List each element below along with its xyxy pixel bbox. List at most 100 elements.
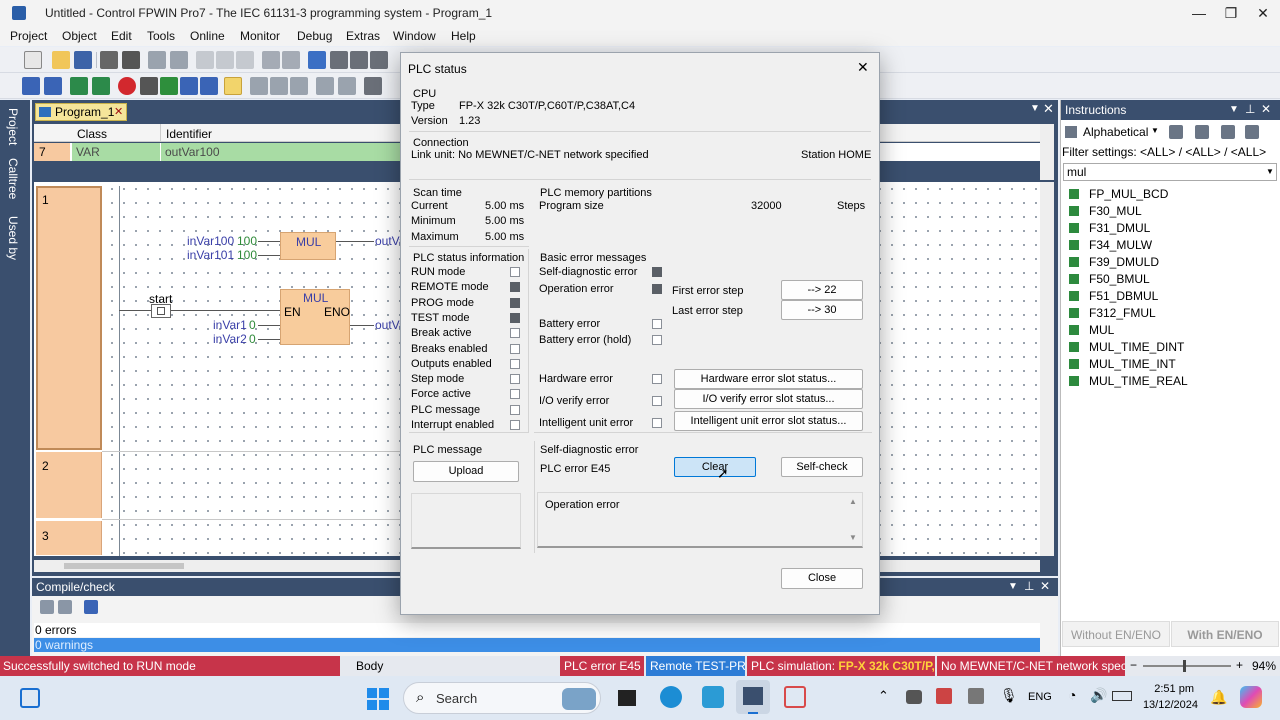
io-verify-error-slot-button[interactable]: I/O verify error slot status... (674, 389, 863, 409)
network-3-header[interactable]: 3 (36, 521, 102, 555)
redo-icon[interactable] (282, 51, 300, 69)
edge-browser-icon[interactable] (660, 686, 682, 708)
panel-close-icon[interactable]: ✕ (1261, 102, 1271, 116)
panel-dropdown-icon[interactable]: ▼ (1229, 104, 1239, 115)
file-explorer-icon[interactable] (618, 690, 636, 706)
scroll-thumb[interactable] (64, 563, 184, 569)
language-indicator[interactable]: ENG (1028, 691, 1052, 703)
offline-mode-icon[interactable] (44, 77, 62, 95)
panel-dropdown-icon[interactable]: ▼ (1008, 581, 1018, 592)
panel-pin-icon[interactable]: ⊥ (1024, 579, 1034, 593)
instruction-item[interactable]: F50_BMUL (1069, 272, 1150, 286)
input-variable[interactable]: inVar100 (187, 234, 234, 248)
sort-dropdown[interactable]: Alphabetical ▼ (1065, 124, 1159, 140)
hardware-error-slot-button[interactable]: Hardware error slot status... (674, 369, 863, 389)
filter-icon[interactable] (1221, 125, 1235, 139)
group-icon[interactable] (1169, 125, 1183, 139)
step-icon[interactable] (180, 77, 198, 95)
close-dialog-button[interactable]: Close (781, 568, 863, 589)
filter-settings-icon[interactable] (1245, 125, 1259, 139)
wifi-icon[interactable]: ◔ (1068, 687, 1076, 703)
instruction-item[interactable]: MUL_TIME_DINT (1069, 340, 1184, 354)
menu-debug[interactable]: Debug (297, 29, 332, 43)
taskbar-search-box[interactable]: ⌕ Search (403, 682, 601, 714)
clock-time[interactable]: 2:51 pm (1150, 683, 1194, 695)
print-icon[interactable] (100, 51, 118, 69)
menu-window[interactable]: Window (393, 29, 436, 43)
open-folder-icon[interactable] (52, 51, 70, 69)
instruction-search-input[interactable]: mul (1063, 163, 1277, 181)
row-class[interactable]: VAR (72, 143, 160, 161)
show-hidden-icons-icon[interactable]: ⌃ (878, 688, 889, 704)
print-preview-icon[interactable] (122, 51, 140, 69)
download-icon[interactable] (370, 51, 388, 69)
breakpoint-icon[interactable] (290, 77, 308, 95)
microphone-icon[interactable]: 🎙 (1000, 687, 1018, 704)
without-en-eno-button[interactable]: Without EN/ENO (1062, 621, 1170, 647)
editor-close-icon[interactable]: ✕ (1043, 101, 1054, 117)
zoom-out-icon[interactable]: − (1130, 658, 1137, 672)
find-icon[interactable] (148, 51, 166, 69)
instruction-item[interactable]: F34_MULW (1069, 238, 1152, 252)
row-identifier[interactable]: outVar100 (161, 143, 401, 161)
clock-date[interactable]: 13/12/2024 (1140, 699, 1198, 711)
stop-icon[interactable] (118, 77, 136, 95)
instruction-item[interactable]: F30_MUL (1069, 204, 1142, 218)
input-variable[interactable]: inVar1 (213, 318, 247, 332)
notification-bell-icon[interactable]: 🔔 (1210, 689, 1227, 706)
monitor-glasses-icon[interactable] (224, 77, 242, 95)
side-tab-calltree[interactable]: Calltree (6, 158, 20, 199)
instruction-item[interactable]: F312_FMUL (1069, 306, 1156, 320)
instruction-item[interactable]: F31_DMUL (1069, 221, 1150, 235)
last-error-step-button[interactable]: --> 30 (781, 300, 863, 320)
menu-tools[interactable]: Tools (147, 29, 175, 43)
compile-tool-icon[interactable] (84, 600, 98, 614)
save-icon[interactable] (74, 51, 92, 69)
plc-icon[interactable] (364, 77, 382, 95)
data-monitor-icon[interactable] (338, 77, 356, 95)
upload-button[interactable]: Upload (413, 461, 519, 482)
cut-icon[interactable] (196, 51, 214, 69)
input-variable[interactable]: inVar101 (187, 248, 234, 262)
rebuild-icon[interactable] (350, 51, 368, 69)
mul-function-block[interactable]: MUL (280, 232, 336, 260)
tab-close-icon[interactable]: ✕ (114, 105, 123, 118)
tray-app-icon[interactable] (936, 688, 952, 704)
filter-list-icon[interactable] (1195, 125, 1209, 139)
menu-project[interactable]: Project (10, 29, 47, 43)
replace-icon[interactable] (170, 51, 188, 69)
var-table-scrollbar[interactable] (1040, 124, 1054, 180)
menu-extras[interactable]: Extras (346, 29, 380, 43)
monitor-icon[interactable] (70, 77, 88, 95)
force-icon[interactable] (270, 77, 288, 95)
mul-function-block-enable[interactable]: MUL EN ENO (280, 289, 350, 345)
tab-program-1[interactable]: Program_1 ✕ (35, 103, 127, 121)
maximize-button[interactable]: ❐ (1216, 3, 1246, 23)
instruction-item[interactable]: MUL_TIME_REAL (1069, 374, 1188, 388)
fpwin-app-icon[interactable] (736, 680, 770, 714)
menu-edit[interactable]: Edit (111, 29, 132, 43)
paste-icon[interactable] (236, 51, 254, 69)
play-icon[interactable] (160, 77, 178, 95)
close-window-button[interactable]: ✕ (1248, 3, 1278, 23)
instruction-item[interactable]: F39_DMULD (1069, 255, 1159, 269)
with-en-eno-button[interactable]: With EN/ENO (1171, 621, 1279, 647)
run-icon[interactable] (140, 77, 158, 95)
network-2-header[interactable]: 2 (36, 452, 102, 518)
undo-icon[interactable] (262, 51, 280, 69)
menu-online[interactable]: Online (190, 29, 225, 43)
build-icon[interactable] (330, 51, 348, 69)
menu-help[interactable]: Help (451, 29, 476, 43)
check-icon[interactable] (308, 51, 326, 69)
error-count[interactable]: 0 errors (34, 623, 1040, 637)
minimize-button[interactable]: — (1184, 3, 1214, 23)
dialog-close-button[interactable]: ✕ (857, 59, 869, 76)
contact[interactable] (151, 304, 171, 318)
warning-count[interactable]: 0 warnings (34, 638, 1040, 652)
first-error-step-button[interactable]: --> 22 (781, 280, 863, 300)
input-variable[interactable]: inVar2 (213, 332, 247, 346)
new-file-icon[interactable] (24, 51, 42, 69)
plc-message-textbox[interactable] (411, 493, 521, 549)
instruction-item[interactable]: F51_DBMUL (1069, 289, 1158, 303)
panel-pin-icon[interactable]: ⊥ (1245, 102, 1255, 116)
